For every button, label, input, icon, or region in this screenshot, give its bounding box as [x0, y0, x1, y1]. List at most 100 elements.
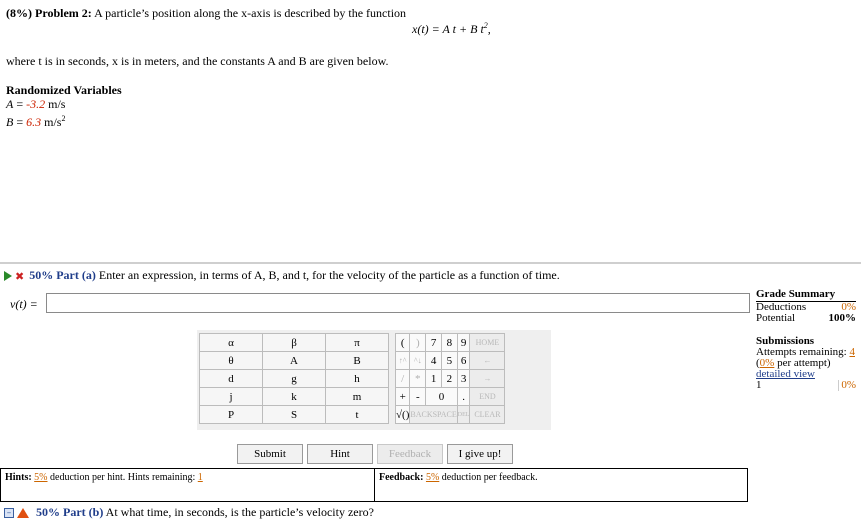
give-up-button[interactable]: I give up! [447, 444, 513, 464]
grade-summary: Grade Summary Deductions 0% Potential 100% [756, 289, 856, 324]
variable-b-eq: = [13, 115, 27, 129]
key-home[interactable]: HOME [469, 333, 506, 352]
key-subscript[interactable]: ^↓ [409, 351, 427, 370]
number-keypad: ( ) 7 8 9 HOME ↑^ ^↓ 4 5 6 ← / * 1 2 3 →… [394, 333, 506, 424]
key-0[interactable]: 0 [425, 387, 458, 406]
hints-remaining: 1 [197, 472, 203, 483]
key-left-arrow[interactable]: ← [469, 351, 506, 370]
key-2[interactable]: 2 [440, 369, 458, 388]
key-pi[interactable]: π [325, 333, 389, 352]
key-superscript[interactable]: ↑^ [394, 351, 411, 370]
variable-a-eq: = [13, 97, 27, 111]
key-1[interactable]: 1 [425, 369, 442, 388]
key-divide[interactable]: / [394, 369, 411, 388]
key-beta[interactable]: β [262, 333, 326, 352]
answer-input[interactable] [46, 293, 750, 313]
part-a-divider [0, 262, 861, 264]
variable-b-unit: m/s [41, 115, 62, 129]
hints-feedback-divider [374, 468, 375, 502]
feedback-text: deduction per feedback. [439, 472, 538, 483]
key-decimal[interactable]: . [456, 387, 471, 406]
problem-statement: A particle’s position along the x-axis i… [94, 6, 407, 20]
key-3[interactable]: 3 [456, 369, 471, 388]
expand-icon[interactable]: – [4, 508, 14, 519]
key-clear[interactable]: CLEAR [469, 405, 506, 424]
key-b[interactable]: B [325, 351, 389, 370]
hints-text: deduction per hint. Hints remaining: [47, 472, 198, 483]
feedback-pct: 5% [425, 472, 440, 483]
feedback-info: Feedback: 5% deduction per feedback. [379, 472, 538, 483]
key-a[interactable]: A [262, 351, 326, 370]
part-a-prompt: Enter an expression, in terms of A, B, a… [98, 268, 560, 282]
variable-b: B = 6.3 m/s2 [6, 114, 65, 130]
key-5[interactable]: 5 [440, 351, 458, 370]
key-9[interactable]: 9 [456, 333, 471, 352]
key-sqrt[interactable]: √() [394, 405, 411, 424]
key-t[interactable]: t [325, 405, 389, 424]
key-j[interactable]: j [199, 387, 263, 406]
key-right-arrow[interactable]: → [469, 369, 506, 388]
key-del[interactable]: DEL [456, 405, 471, 424]
variable-a-value: -3.2 [26, 97, 46, 111]
key-plus[interactable]: + [394, 387, 411, 406]
key-theta[interactable]: θ [199, 351, 263, 370]
hints-info: Hints: 5% deduction per hint. Hints rema… [5, 472, 203, 483]
hint-button[interactable]: Hint [307, 444, 373, 464]
key-end[interactable]: END [469, 387, 506, 406]
variable-keypad: α β π θ A B d g h j k m P S t [199, 333, 389, 424]
key-4[interactable]: 4 [425, 351, 442, 370]
potential-label: Potential [756, 312, 796, 324]
key-backspace[interactable]: BACKSPACE [409, 405, 458, 424]
part-a-percent: 50% Part (a) [29, 268, 96, 282]
key-8[interactable]: 8 [440, 333, 458, 352]
key-7[interactable]: 7 [425, 333, 442, 352]
hints-pct: 5% [34, 472, 48, 483]
potential-value: 100% [828, 312, 857, 324]
key-multiply[interactable]: * [409, 369, 427, 388]
variable-a-unit: m/s [45, 97, 66, 111]
play-icon[interactable] [4, 271, 12, 282]
position-equation: x(t) = A t + B t2, [412, 21, 491, 37]
submission-row-pct: 0% [838, 380, 856, 391]
key-open-paren[interactable]: ( [394, 333, 411, 352]
variable-b-value: 6.3 [26, 115, 42, 129]
key-h[interactable]: h [325, 369, 389, 388]
submissions-panel: Submissions Attempts remaining: 4 (0% pe… [756, 335, 856, 391]
part-b-prompt: At what time, in seconds, is the particl… [105, 505, 374, 519]
detailed-view-link[interactable]: detailed view [756, 368, 815, 380]
key-m[interactable]: m [325, 387, 389, 406]
submit-button[interactable]: Submit [237, 444, 303, 464]
part-b-percent: 50% Part (b) [36, 505, 104, 519]
hints-label: Hints: [5, 472, 35, 483]
grade-summary-title: Grade Summary [756, 288, 836, 300]
answer-label: v(t) = [10, 297, 38, 311]
equation-term-a: A t [442, 22, 456, 36]
variable-b-unit-exp: 2 [61, 114, 66, 123]
attempts-value: 4 [849, 346, 855, 358]
problem-header: (8%) Problem 2: A particle’s position al… [6, 6, 406, 21]
key-d[interactable]: d [199, 369, 263, 388]
feedback-label: Feedback: [379, 472, 426, 483]
key-6[interactable]: 6 [456, 351, 471, 370]
randomized-variables-title: Randomized Variables [6, 83, 122, 97]
part-a-header[interactable]: ✖ 50% Part (a) Enter an expression, in t… [4, 268, 560, 283]
equation-plus: + [456, 22, 471, 36]
part-b-header[interactable]: – 50% Part (b) At what time, in seconds,… [4, 505, 374, 520]
equation-lhs: x(t) = [412, 22, 443, 36]
equation-term-b: B t [470, 22, 484, 36]
key-s[interactable]: S [262, 405, 326, 424]
variable-a: A = -3.2 m/s [6, 97, 65, 112]
key-close-paren[interactable]: ) [409, 333, 427, 352]
key-minus[interactable]: - [409, 387, 427, 406]
problem-weight: (8%) [6, 6, 32, 20]
key-k[interactable]: k [262, 387, 326, 406]
submission-row-number: 1 [756, 379, 762, 391]
key-alpha[interactable]: α [199, 333, 263, 352]
problem-title: Problem 2: [35, 6, 92, 20]
key-g[interactable]: g [262, 369, 326, 388]
feedback-button[interactable]: Feedback [377, 444, 443, 464]
equation-end: , [487, 22, 491, 36]
where-text: where t is in seconds, x is in meters, a… [6, 54, 389, 68]
key-p[interactable]: P [199, 405, 263, 424]
incorrect-x-icon: ✖ [15, 269, 25, 283]
